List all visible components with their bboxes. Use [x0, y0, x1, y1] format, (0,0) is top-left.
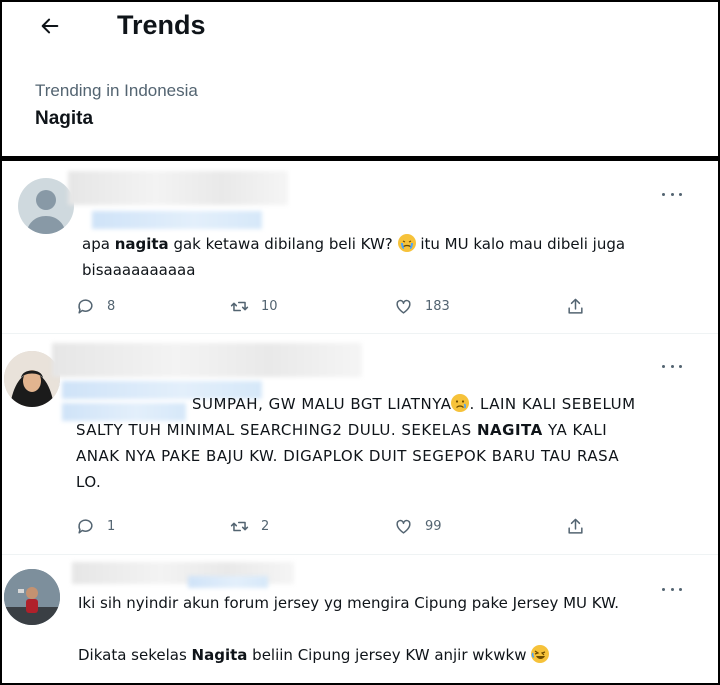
retweet-icon — [230, 301, 249, 312]
page-title: Trends — [117, 10, 206, 40]
retweet-count: 2 — [261, 519, 270, 534]
share-icon — [568, 518, 583, 534]
heart-icon — [396, 519, 411, 534]
trends-header: Trends Trending in Indonesia Nagita — [2, 2, 718, 156]
tweet-text-second-paragraph: Dikata sekelas Nagita beliin Cipung jers… — [78, 642, 698, 668]
rolling-laughing-emoji — [531, 645, 550, 663]
reply-button[interactable]: 1 — [76, 517, 115, 536]
tweet-feed: apa nagita gak ketawa dibilang beli KW? … — [2, 161, 718, 683]
redacted-handle — [92, 211, 262, 229]
like-button[interactable]: 99 — [394, 517, 442, 536]
redacted-handle — [188, 576, 268, 588]
retweet-icon — [230, 521, 249, 532]
like-count: 183 — [425, 299, 450, 314]
reply-icon — [78, 519, 93, 534]
reply-count: 8 — [107, 299, 116, 314]
default-avatar-icon — [26, 190, 66, 234]
avatar[interactable] — [18, 178, 74, 234]
profile-photo — [4, 569, 60, 625]
avatar[interactable] — [4, 569, 60, 625]
tweet-actions: 1 2 99 — [76, 517, 596, 541]
redacted-username — [68, 171, 288, 205]
tweet-text: SALTY TUH MINIMAL SEARCHING2 DULU. SEKEL… — [76, 421, 620, 491]
tweet-text-first-line: SUMPAH, GW MALU BGT LIATNYA. LAIN KALI S… — [192, 394, 636, 413]
share-button[interactable] — [566, 517, 585, 536]
trend-context: Trending in Indonesia — [35, 81, 198, 100]
tweet-card[interactable]: Iki sih nyindir akun forum jersey yg men… — [2, 556, 718, 683]
heart-icon — [396, 299, 411, 314]
like-count: 99 — [425, 519, 442, 534]
tweet-text: apa nagita gak ketawa dibilang beli KW? … — [82, 234, 626, 279]
reply-button[interactable]: 8 — [76, 297, 115, 316]
tweet-card[interactable]: apa nagita gak ketawa dibilang beli KW? … — [2, 161, 718, 334]
tweet-card[interactable]: SUMPAH, GW MALU BGT LIATNYA. LAIN KALI S… — [2, 335, 718, 555]
more-options-icon[interactable] — [662, 361, 682, 371]
retweet-button[interactable]: 10 — [230, 297, 278, 316]
reply-icon — [78, 299, 93, 314]
crying-face-emoji — [397, 234, 416, 252]
like-button[interactable]: 183 — [394, 297, 450, 316]
redacted-username — [52, 343, 362, 377]
retweet-button[interactable]: 2 — [230, 517, 269, 536]
trend-name[interactable]: Nagita — [35, 108, 93, 130]
retweet-count: 10 — [261, 299, 278, 314]
back-button[interactable] — [28, 8, 72, 44]
share-icon — [568, 298, 583, 314]
sad-face-emoji — [451, 394, 470, 412]
reply-count: 1 — [107, 519, 116, 534]
arrow-left-icon — [41, 18, 59, 34]
more-options-icon[interactable] — [662, 189, 682, 199]
tweet-text: Iki sih nyindir akun forum jersey yg men… — [78, 594, 619, 612]
tweet-actions: 8 10 183 — [76, 297, 596, 321]
share-button[interactable] — [566, 297, 585, 316]
